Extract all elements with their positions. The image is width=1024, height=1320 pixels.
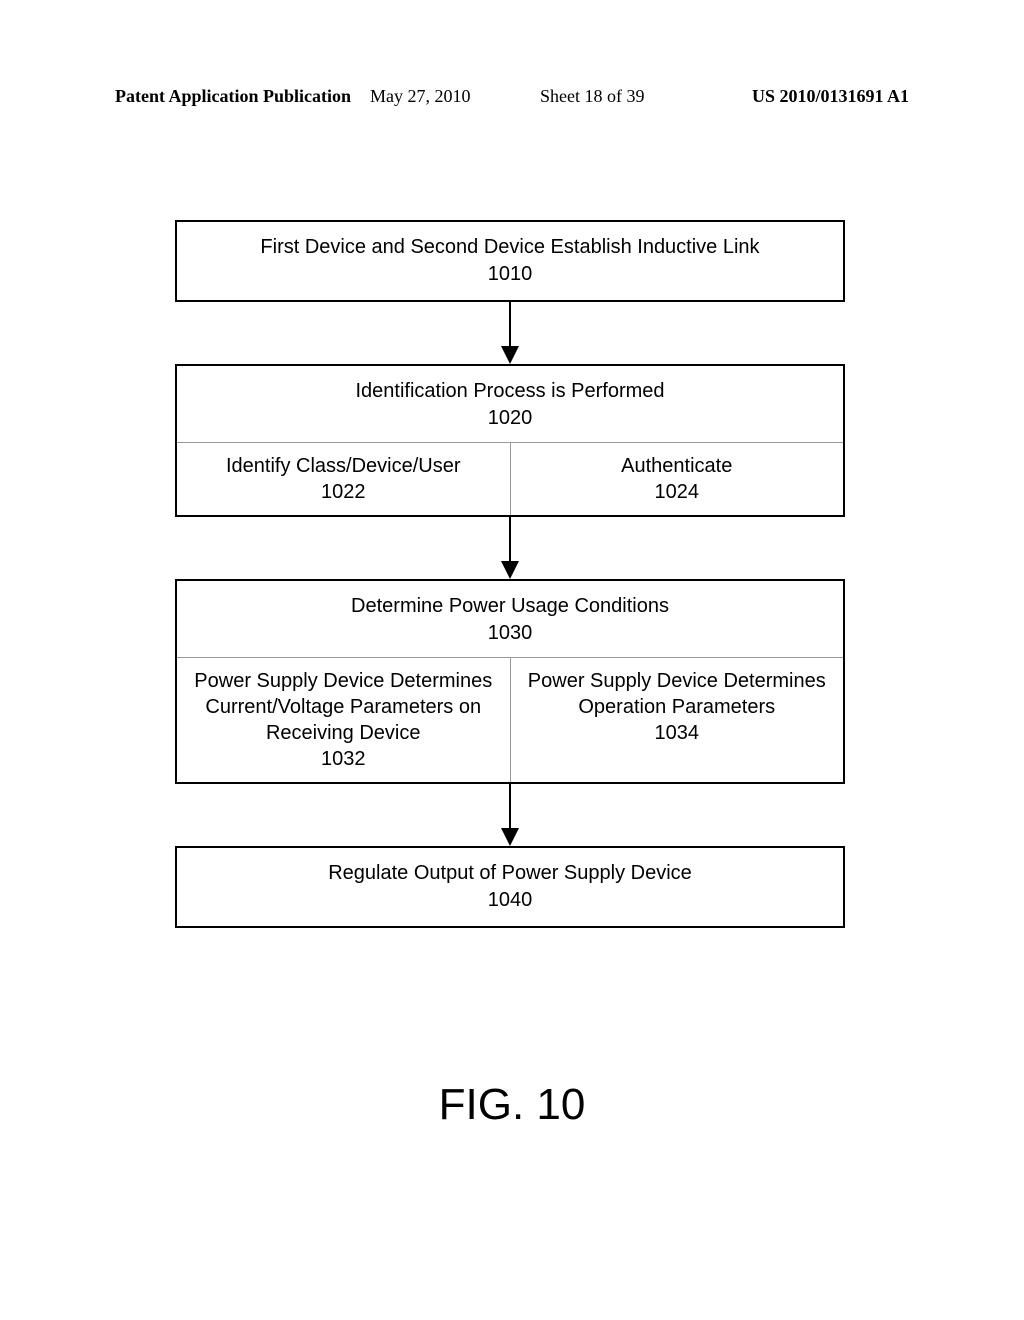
step-1040-num: 1040 bbox=[187, 887, 833, 914]
step-1032: Power Supply Device Determines Current/V… bbox=[177, 658, 510, 782]
step-1030-num: 1030 bbox=[187, 620, 833, 647]
step-1022: Identify Class/Device/User 1022 bbox=[177, 443, 510, 515]
step-1040: Regulate Output of Power Supply Device 1… bbox=[175, 846, 845, 928]
step-1032-text: Power Supply Device Determines Current/V… bbox=[185, 668, 502, 746]
step-1020-text: Identification Process is Performed bbox=[187, 378, 833, 405]
header-publication: Patent Application Publication bbox=[115, 86, 351, 107]
step-1010: First Device and Second Device Establish… bbox=[175, 220, 845, 302]
step-1022-num: 1022 bbox=[185, 479, 502, 505]
arrow-down-icon bbox=[175, 784, 845, 846]
step-1032-num: 1032 bbox=[185, 746, 502, 772]
step-1034-num: 1034 bbox=[519, 720, 836, 746]
arrow-down-icon bbox=[175, 302, 845, 364]
step-1024-num: 1024 bbox=[519, 479, 836, 505]
step-1040-text: Regulate Output of Power Supply Device bbox=[187, 860, 833, 887]
header-sheet: Sheet 18 of 39 bbox=[540, 86, 644, 107]
step-1024: Authenticate 1024 bbox=[510, 443, 844, 515]
step-1034-text: Power Supply Device Determines Operation… bbox=[519, 668, 836, 720]
step-1030: Determine Power Usage Conditions 1030 Po… bbox=[175, 579, 845, 784]
figure-label: FIG. 10 bbox=[0, 1080, 1024, 1130]
step-1024-text: Authenticate bbox=[519, 453, 836, 479]
header-pubnumber: US 2010/0131691 A1 bbox=[752, 86, 909, 107]
step-1020: Identification Process is Performed 1020… bbox=[175, 364, 845, 517]
step-1020-num: 1020 bbox=[187, 405, 833, 432]
step-1030-text: Determine Power Usage Conditions bbox=[187, 593, 833, 620]
step-1010-num: 1010 bbox=[187, 261, 833, 288]
step-1034: Power Supply Device Determines Operation… bbox=[510, 658, 844, 782]
arrow-down-icon bbox=[175, 517, 845, 579]
step-1022-text: Identify Class/Device/User bbox=[185, 453, 502, 479]
header-date: May 27, 2010 bbox=[370, 86, 471, 107]
step-1010-text: First Device and Second Device Establish… bbox=[187, 234, 833, 261]
flowchart: First Device and Second Device Establish… bbox=[175, 220, 845, 928]
